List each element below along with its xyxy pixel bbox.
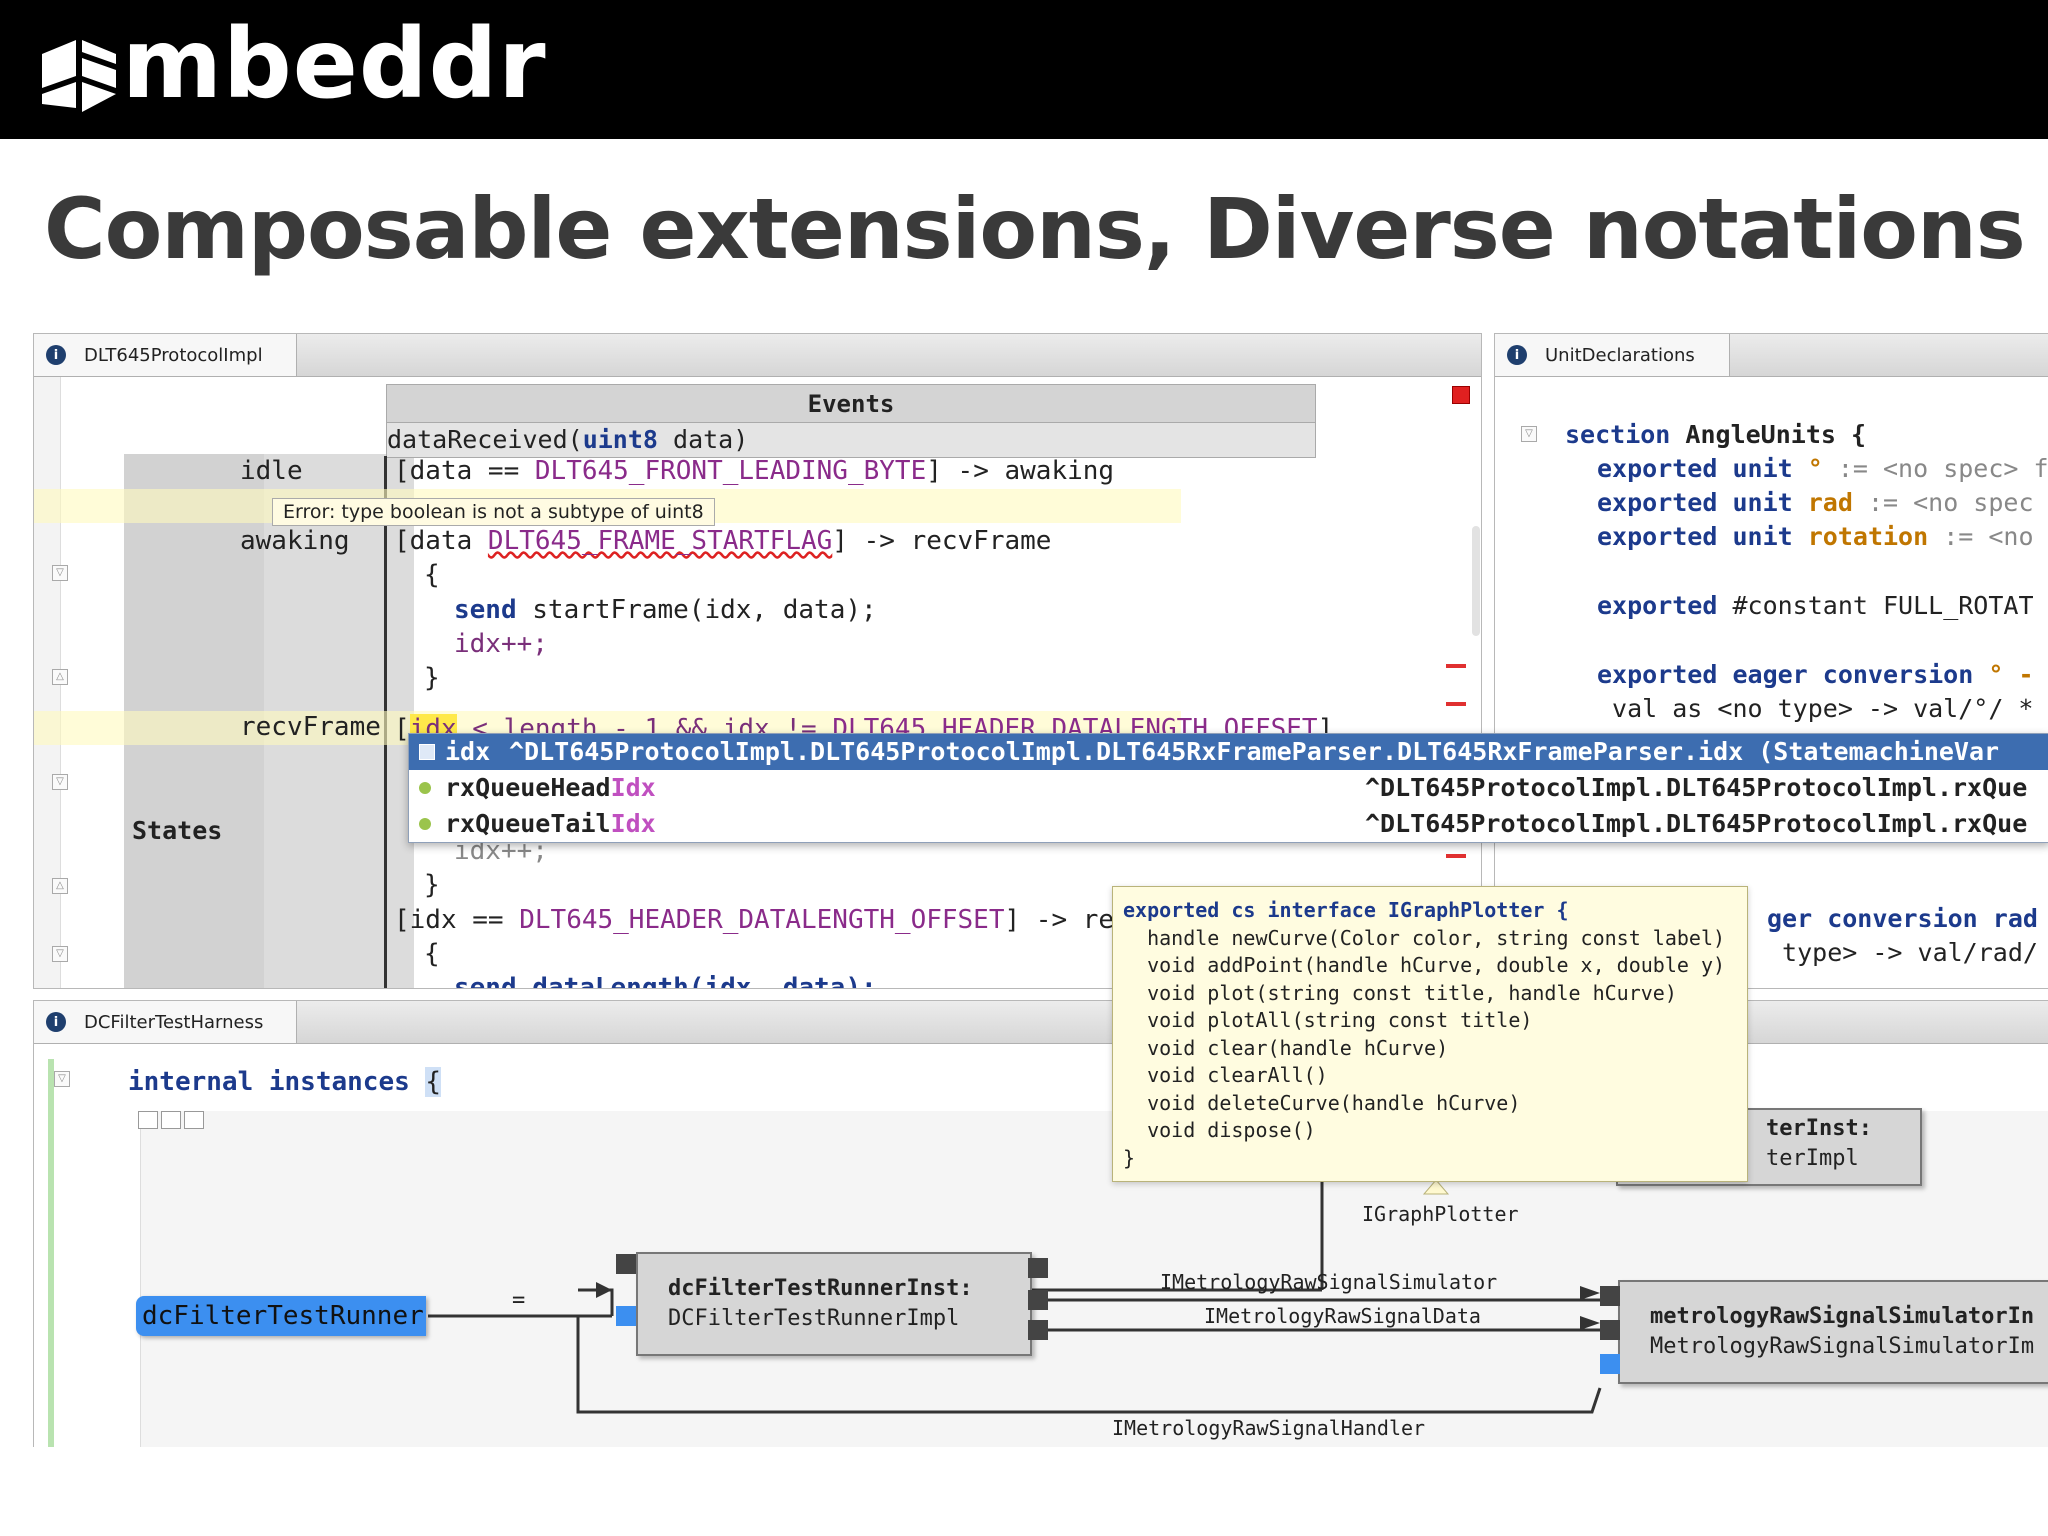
completion-item[interactable]: rxQueueHeadIdx ^DLT645ProtocolImpl.DLT64… <box>409 770 2048 806</box>
port[interactable] <box>1600 1354 1620 1374</box>
tooltip-method-line: void dispose() <box>1123 1118 1316 1142</box>
simulator-instance-block[interactable]: metrologyRawSignalSimulatorIn MetrologyR… <box>1618 1280 2048 1384</box>
port[interactable] <box>616 1306 636 1326</box>
runner-inst-type: DCFilterTestRunnerImpl <box>668 1306 960 1331</box>
tooltip-footer: } <box>1123 1145 1136 1170</box>
completion-item[interactable]: idx ^DLT645ProtocolImpl.DLT645ProtocolIm… <box>409 734 2048 770</box>
wire-label-data: IMetrologyRawSignalData <box>1204 1304 1481 1328</box>
tooltip-header: exported cs interface IGraphPlotter { <box>1123 898 1569 922</box>
tooltip-method-line: void plot(string const title, handle hCu… <box>1123 980 1677 1005</box>
wire-label-handler: IMetrologyRawSignalHandler <box>1112 1416 1426 1440</box>
tooltip-method-line: void clearAll() <box>1123 1063 1328 1087</box>
port[interactable] <box>1600 1286 1620 1306</box>
tooltip-methods: handle newCurve(Color color, string cons… <box>1123 925 1725 1145</box>
interface-tooltip: exported cs interface IGraphPlotter { ha… <box>1112 886 1748 1182</box>
equals-label: = <box>512 1288 526 1313</box>
port[interactable] <box>1028 1290 1048 1310</box>
runner-instance-block[interactable]: dcFilterTestRunnerInst: DCFilterTestRunn… <box>636 1252 1032 1356</box>
tooltip-method-line: void deleteCurve(handle hCurve) <box>1123 1090 1521 1115</box>
wire-label-sim: IMetrologyRawSignalSimulator <box>1160 1270 1498 1294</box>
runner-inst-name: dcFilterTestRunnerInst: <box>668 1276 973 1301</box>
port[interactable] <box>1600 1320 1620 1340</box>
field-icon <box>419 782 431 794</box>
field-icon <box>419 818 431 830</box>
port[interactable] <box>1028 1320 1048 1340</box>
simulator-inst-type: MetrologyRawSignalSimulatorIm <box>1650 1334 2035 1359</box>
completion-item[interactable]: rxQueueTailIdx ^DLT645ProtocolImpl.DLT64… <box>409 806 2048 842</box>
variable-icon <box>419 744 435 760</box>
code-completion-popup[interactable]: idx ^DLT645ProtocolImpl.DLT645ProtocolIm… <box>408 733 2048 843</box>
tooltip-method-line: void addPoint(handle hCurve, double x, d… <box>1123 953 1726 977</box>
runner-component[interactable]: dcFilterTestRunner <box>136 1296 426 1336</box>
port[interactable] <box>616 1254 636 1274</box>
port[interactable] <box>1028 1258 1048 1278</box>
simulator-inst-name: metrologyRawSignalSimulatorIn <box>1650 1304 2035 1329</box>
tooltip-method-line: handle newCurve(Color color, string cons… <box>1123 925 1726 950</box>
wire-label-plotter: IGraphPlotter <box>1362 1202 1519 1226</box>
tooltip-method-line: void clear(handle hCurve) <box>1123 1035 1449 1060</box>
runner-label: dcFilterTestRunner <box>142 1301 424 1331</box>
tooltip-method-line: void plotAll(string const title) <box>1123 1008 1533 1032</box>
